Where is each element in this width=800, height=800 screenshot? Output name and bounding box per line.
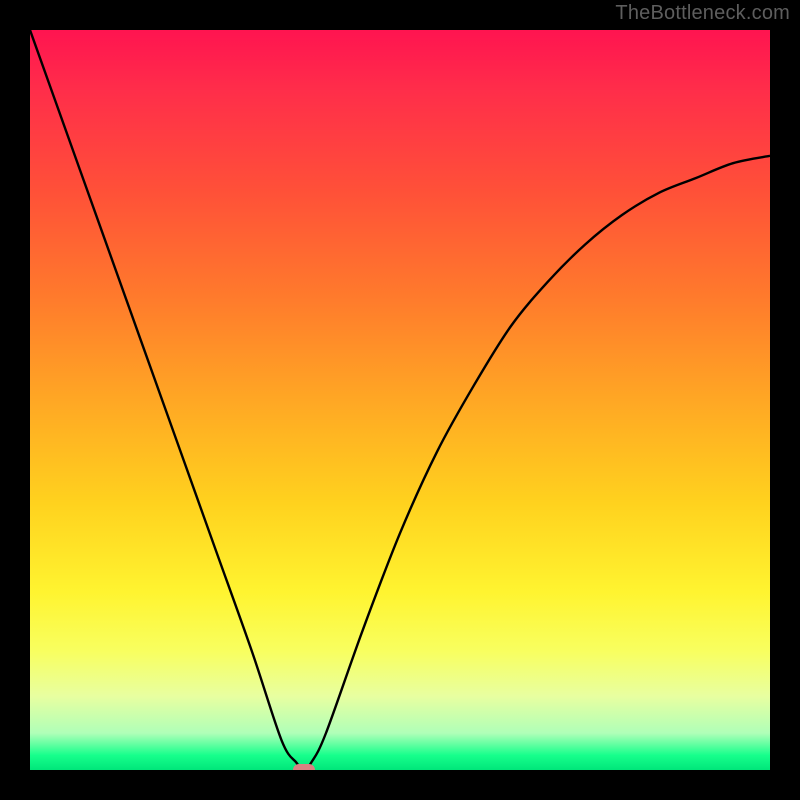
watermark-text: TheBottleneck.com (615, 2, 790, 25)
bottleneck-line-chart (30, 30, 770, 770)
optimal-point-marker (293, 764, 315, 770)
chart-frame: TheBottleneck.com (0, 0, 800, 800)
plot-area (30, 30, 770, 770)
curve-path (30, 30, 770, 770)
